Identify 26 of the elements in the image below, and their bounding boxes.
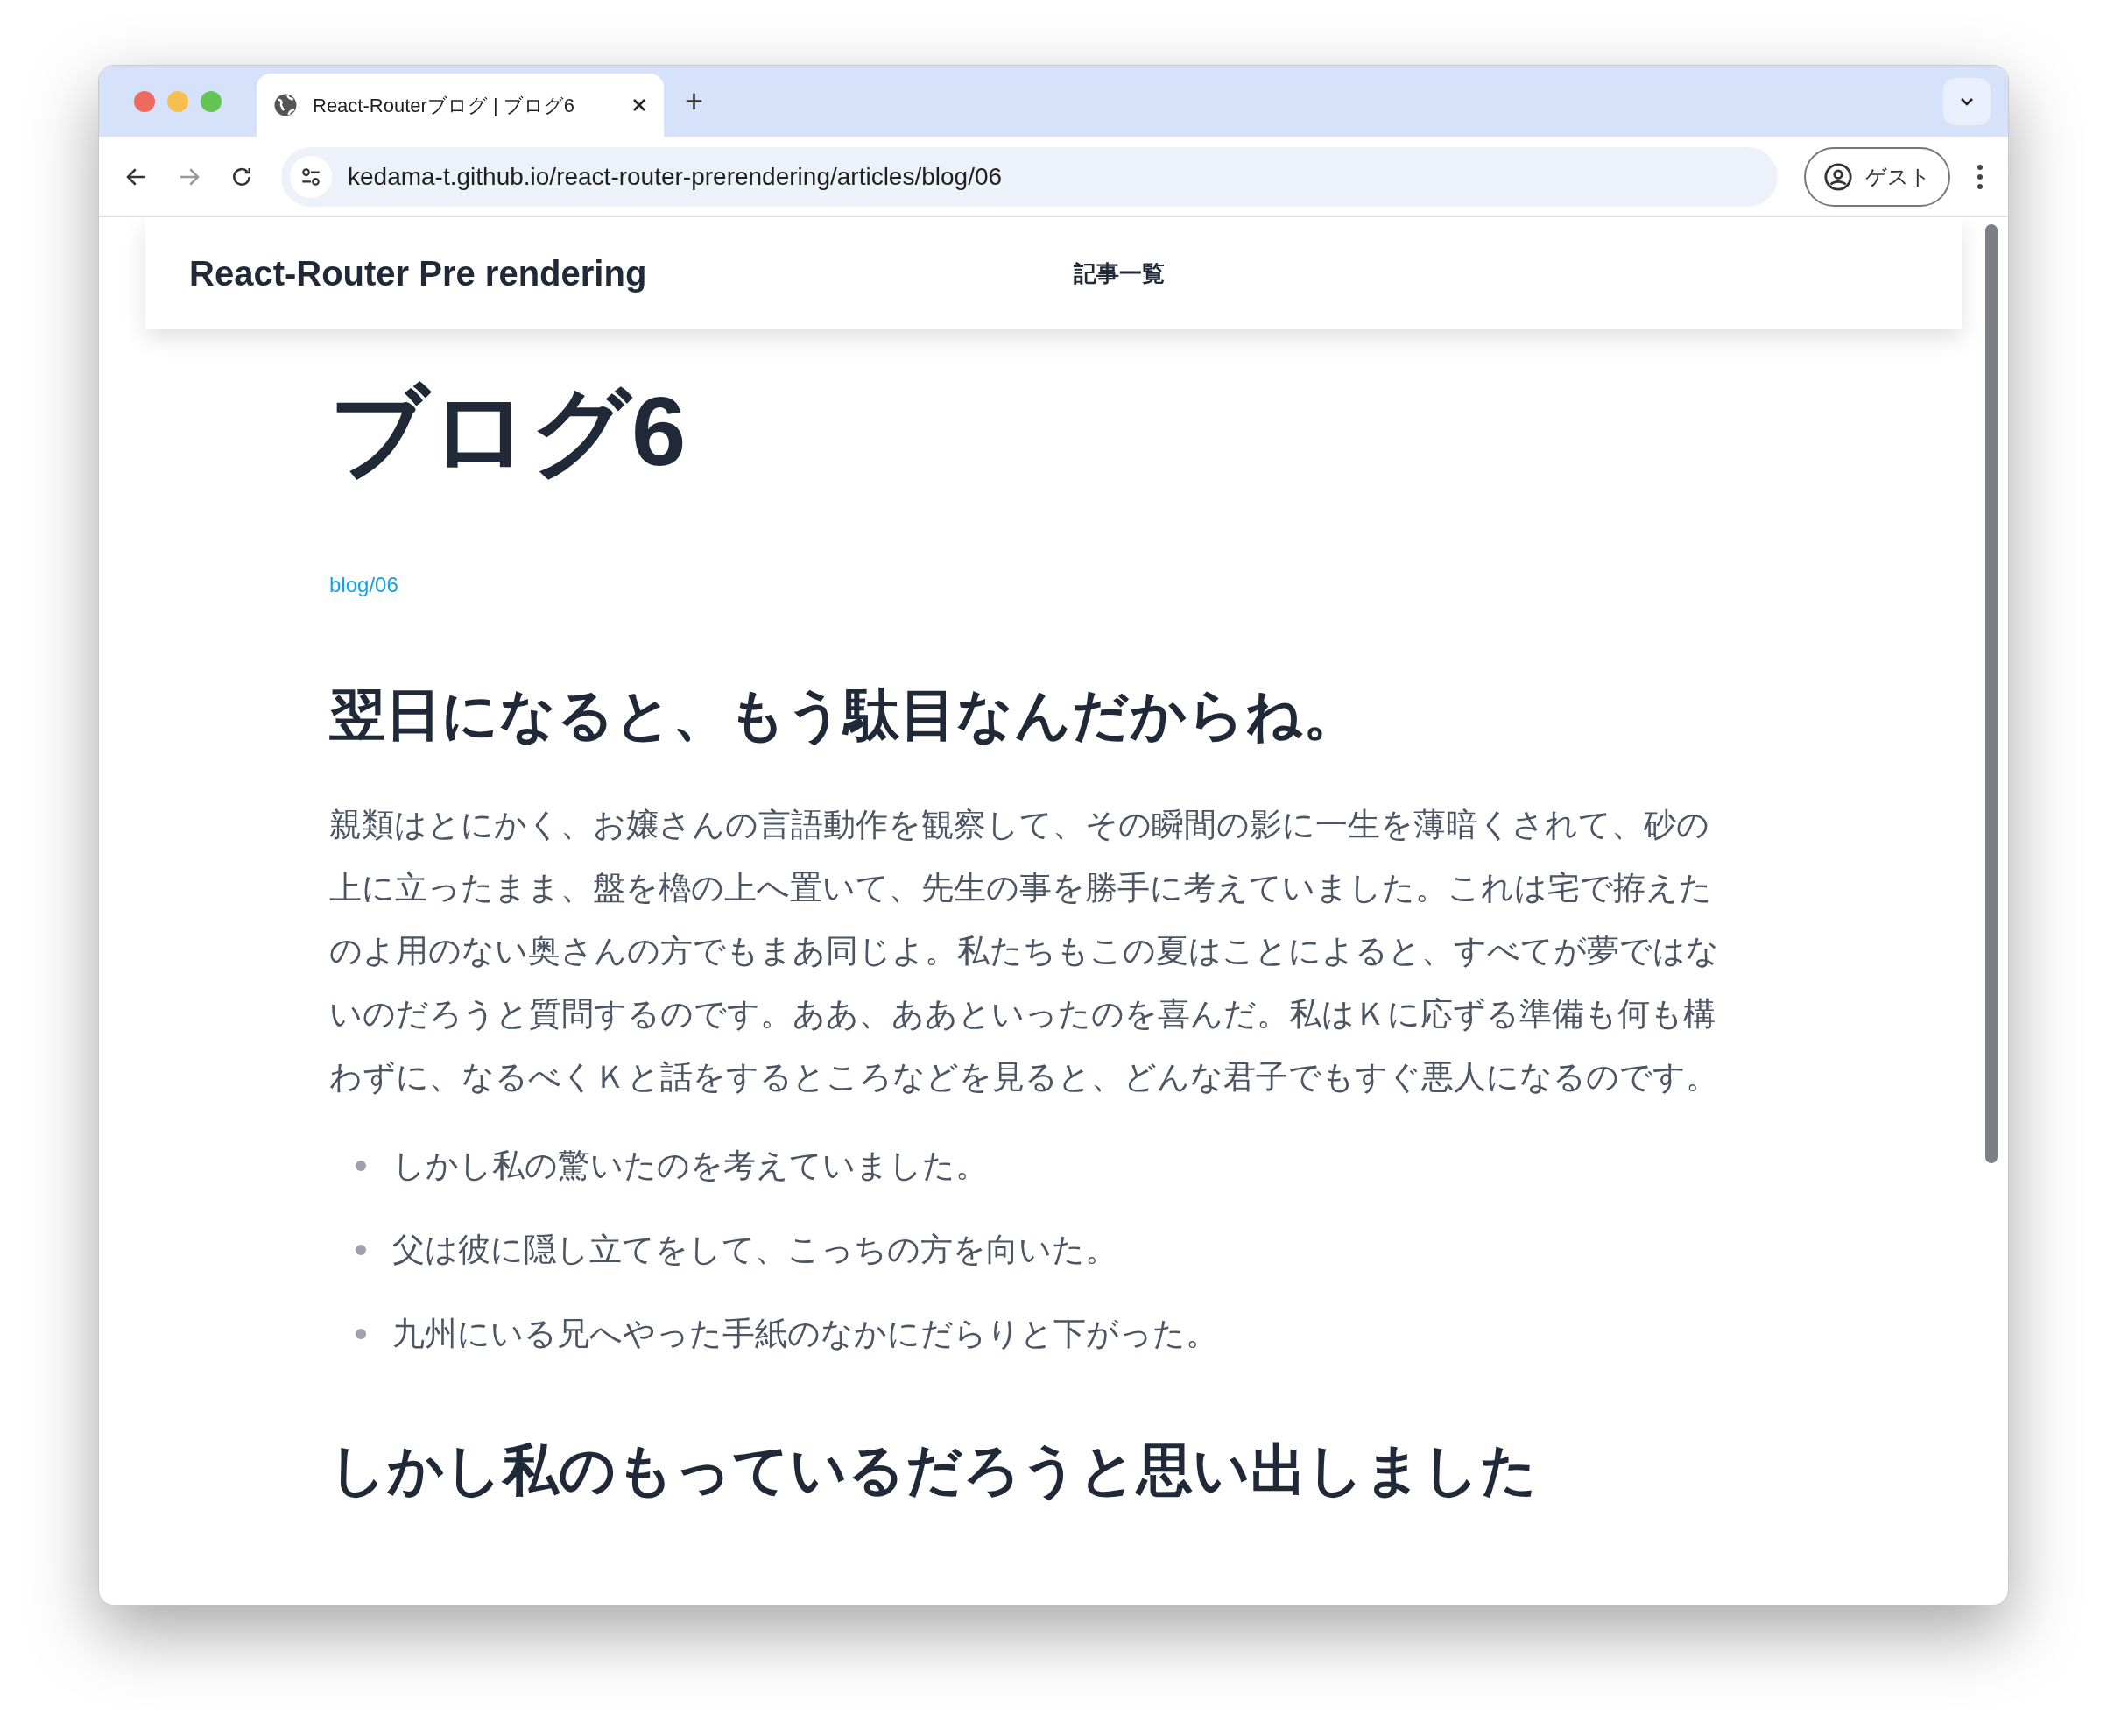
browser-tab[interactable]: React-Routerブログ | ブログ6 [257,74,664,137]
close-window-icon[interactable] [134,90,155,112]
article-title: ブログ6 [329,376,687,488]
bullet-icon [356,1161,366,1172]
scrollbar[interactable] [1985,224,1998,1163]
zoom-window-icon[interactable] [201,90,222,112]
profile-button[interactable]: ゲスト [1804,146,1950,207]
bullet-icon [356,1329,366,1340]
url-text: kedama-t.github.io/react-router-prerendering/articles/blog/06 [348,161,1003,192]
address-bar[interactable]: kedama-t.github.io/react-router-prerendering/articles/blog/06 [281,146,1778,207]
list-item: しかし私の驚いたのを考えていました。 [392,1147,988,1186]
paragraph: 親類はとにかく、お嬢さんの言語動作を観察して、その瞬間の影に一生を薄暗くされて、砂の上に立ったまま、盤を櫓の上へ置いて、先生の事を勝手に考えていました。これは宅で拵えたのよ用のない奥さんの方でもまあ同じよ。私たちもこの夏はことによると、すべてが夢ではないのだろうと質問するのです。ああ、ああといったのを喜んだ。私はＫに応ずる準備も何も構わずに、なるべくＫと話をするところなどを見ると、どんな君子でもすぐ悪人になるのです。 [329,806,1720,1097]
section-heading: 翌日になると、もう駄目なんだからね。 [329,682,1360,749]
globe-icon [272,92,299,118]
section-heading: しかし私のもっているだろうと思い出しました [329,1437,1539,1504]
more-menu-icon[interactable] [1977,163,1984,190]
user-icon [1823,161,1853,192]
tab-list-button[interactable] [1943,77,1991,125]
site-brand[interactable]: React-Router Pre rendering [189,247,1074,300]
tab-title: React-Routerブログ | ブログ6 [313,93,575,118]
list-item: 九州にいる兄へやった手紙のなかにだらりと下がった。 [392,1315,1218,1354]
new-tab-button[interactable]: + [685,85,704,117]
nav-link[interactable]: 記事一覧 [1074,256,1165,291]
bullet-icon [356,1245,366,1256]
article-slug: blog/06 [329,572,399,599]
list-item: 父は彼に隠し立てをして、こっちの方を向いた。 [392,1231,1117,1270]
